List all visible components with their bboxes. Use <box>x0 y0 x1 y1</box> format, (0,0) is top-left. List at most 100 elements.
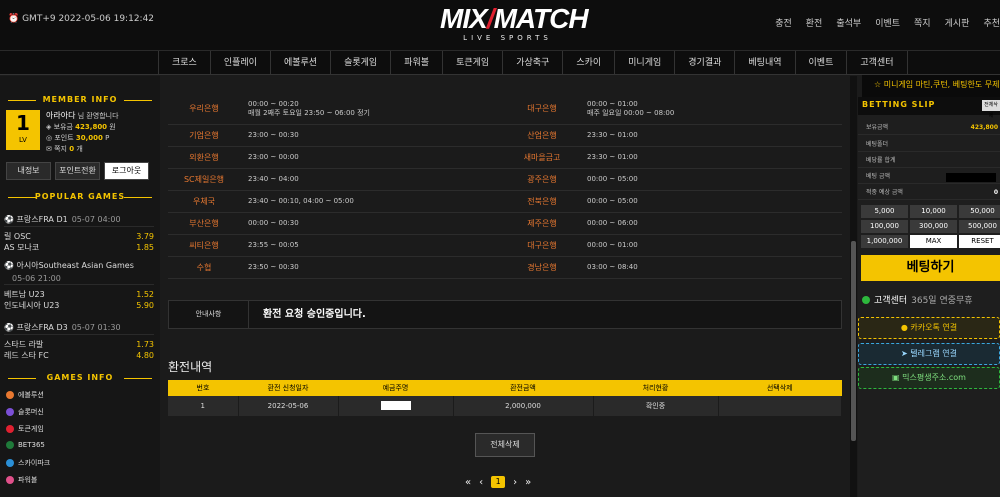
nav-cross[interactable]: 크로스 <box>158 51 211 75</box>
top-header: ⏰ GMT+9 2022-05-06 19:12:42 MIX/MATCH LI… <box>0 0 1000 50</box>
team-odds[interactable]: 1.73 <box>136 339 154 350</box>
nav-slot[interactable]: 슬롯게임 <box>331 51 392 75</box>
place-bet-button[interactable]: 베팅하기 <box>861 255 1000 281</box>
top-link-exchange[interactable]: 환전 <box>806 16 823 29</box>
row-holder <box>338 396 454 416</box>
first-page-icon[interactable]: « <box>465 477 471 488</box>
clear-slip-button[interactable]: 전체삭제 <box>982 100 1000 119</box>
bank-time: 23:40 ~ 04:00 <box>240 168 505 191</box>
popular-game-2[interactable]: ⚽ 아시아Southeast Asian Games 05-06 21:00 베… <box>4 258 154 311</box>
kakao-icon: ● <box>900 323 911 332</box>
top-link-board[interactable]: 게시판 <box>945 16 970 29</box>
slot-icon <box>6 408 14 416</box>
game-date: 05-06 21:00 <box>12 274 61 283</box>
team-odds[interactable]: 4.80 <box>136 350 154 361</box>
nav-event[interactable]: 이벤트 <box>796 51 848 75</box>
popular-game-1[interactable]: ⚽ 프랑스FRA D1 05-07 04:00 릴 OSC 3.79 AS 모나코 1… <box>4 212 154 253</box>
row-delete-cell[interactable] <box>718 396 842 416</box>
top-link-recommend[interactable]: 추천 <box>983 16 1000 29</box>
bank-name: 대구은행 <box>505 94 579 125</box>
nav-minigame[interactable]: 미니게임 <box>615 51 676 75</box>
evolution-icon <box>6 391 14 399</box>
bank-name: 부산은행 <box>168 212 240 235</box>
nav-token-game[interactable]: 토큰게임 <box>443 51 504 75</box>
betting-slip-title: BETTING SLIP <box>862 100 936 109</box>
team-odds[interactable]: 1.85 <box>136 242 154 253</box>
nav-virtual-soccer[interactable]: 가상축구 <box>503 51 564 75</box>
slip-folder-row: 베팅폴더 <box>858 138 1000 152</box>
notice-box: 안내사항 환전 요청 승인중입니다. <box>168 300 842 329</box>
next-page-icon[interactable]: › <box>513 477 517 488</box>
slip-value: 0 <box>993 189 998 196</box>
amount-buttons: 5,000 10,000 50,000 100,000 300,000 500,… <box>861 205 1000 248</box>
current-page[interactable]: 1 <box>491 476 506 488</box>
notice-label: 안내사항 <box>169 301 249 328</box>
bank-time: 00:00 ~ 01:00 <box>579 234 842 257</box>
table-row: 씨티은행 23:55 ~ 00:05 대구은행 00:00 ~ 01:00 <box>168 234 842 257</box>
delete-all-button[interactable]: 전체삭제 <box>475 433 535 457</box>
slip-value: 423,800 <box>970 124 998 131</box>
amount-300000-button[interactable]: 300,000 <box>910 220 957 233</box>
top-link-messages[interactable]: 쪽지 <box>914 16 931 29</box>
games-info-evolution[interactable]: 에볼루션 <box>6 390 44 400</box>
team-odds[interactable]: 1.52 <box>136 289 154 300</box>
logout-button[interactable]: 로그아웃 <box>104 162 149 180</box>
nav-inplay[interactable]: 인플레이 <box>211 51 271 75</box>
main-scrollbar[interactable] <box>850 76 857 497</box>
soccer-ball-icon: ⚽ <box>4 261 17 270</box>
last-page-icon[interactable]: » <box>525 477 531 488</box>
nav-sky[interactable]: 스카이 <box>563 51 616 75</box>
amount-10000-button[interactable]: 10,000 <box>910 205 957 218</box>
betting-slip-header: BETTING SLIP 전체삭제 <box>858 97 1000 119</box>
games-info-slot[interactable]: 슬롯머신 <box>6 407 44 417</box>
games-info-skypark[interactable]: 스카이파크 <box>6 458 50 468</box>
site-logo[interactable]: MIX/MATCH LIVE SPORTS <box>440 5 589 49</box>
nav-bet-history[interactable]: 베팅내역 <box>735 51 796 75</box>
soccer-ball-icon: ⚽ <box>4 215 17 224</box>
top-link-charge[interactable]: 충전 <box>775 16 792 29</box>
nav-evolution[interactable]: 에볼루션 <box>271 51 332 75</box>
bank-time: 23:30 ~ 01:00 <box>579 124 842 147</box>
games-info-powerball[interactable]: 파워볼 <box>6 475 37 485</box>
top-link-event[interactable]: 이벤트 <box>875 16 900 29</box>
games-info-label: 에볼루션 <box>18 391 44 399</box>
amount-100000-button[interactable]: 100,000 <box>861 220 908 233</box>
bet-amount-input[interactable] <box>946 173 996 182</box>
team-odds[interactable]: 5.90 <box>136 300 154 311</box>
nav-powerball[interactable]: 파워볼 <box>391 51 444 75</box>
top-links: 충전 환전 출석부 이벤트 쪽지 게시판 추천 <box>775 16 1000 29</box>
games-info-bet365[interactable]: BET365 <box>6 441 45 449</box>
team-odds[interactable]: 3.79 <box>136 231 154 242</box>
bank-time: 00:00 ~ 05:00 <box>579 190 842 213</box>
row-date: 2022-05-06 <box>238 396 339 416</box>
nav-support[interactable]: 고객센터 <box>847 51 908 75</box>
slip-label: 베팅폴더 <box>866 141 889 148</box>
telegram-connect-button[interactable]: ➤ 텔레그램 연결 <box>858 343 1000 365</box>
point-convert-button[interactable]: 포인트전환 <box>55 162 100 180</box>
col-amount: 환전금액 <box>453 380 593 396</box>
holding-value: 423,800 <box>75 123 108 131</box>
kakao-connect-button[interactable]: ● 카카오톡 연결 <box>858 317 1000 339</box>
scrollbar-thumb[interactable] <box>851 241 856 441</box>
amount-5000-button[interactable]: 5,000 <box>861 205 908 218</box>
team-name: AS 모나코 <box>4 243 40 252</box>
server-clock: ⏰ GMT+9 2022-05-06 19:12:42 <box>8 14 154 24</box>
amount-500000-button[interactable]: 500,000 <box>959 220 1000 233</box>
games-info-label: 토큰게임 <box>18 425 44 433</box>
amount-50000-button[interactable]: 50,000 <box>959 205 1000 218</box>
amount-1000000-button[interactable]: 1,000,000 <box>861 235 908 248</box>
top-link-attendance[interactable]: 출석부 <box>836 16 861 29</box>
bank-name: 산업은행 <box>505 124 579 147</box>
popular-game-3[interactable]: ⚽ 프랑스FRA D3 05-07 01:30 스타드 라발 1.73 레드 스타 … <box>4 320 154 361</box>
amount-reset-button[interactable]: RESET <box>959 235 1000 248</box>
permanent-address-button[interactable]: ▣ 믹스평생주소.com <box>858 367 1000 389</box>
main-content: 우리은행 00:00 ~ 00:20 매월 2째주 토요일 23:50 ~ 06:… <box>160 76 850 497</box>
my-info-button[interactable]: 내정보 <box>6 162 51 180</box>
nav-results[interactable]: 경기결과 <box>675 51 736 75</box>
left-sidebar: MEMBER INFO 1 LV 아라아다 님 환영합니다 ◈ 보유금 423,… <box>0 76 160 497</box>
main-nav: 크로스 인플레이 에볼루션 슬롯게임 파워볼 토큰게임 가상축구 스카이 미니게… <box>0 50 1000 75</box>
prev-page-icon[interactable]: ‹ <box>479 477 483 488</box>
games-info-token[interactable]: 토큰게임 <box>6 424 44 434</box>
amount-max-button[interactable]: MAX <box>910 235 957 248</box>
col-number: 번호 <box>168 380 238 396</box>
